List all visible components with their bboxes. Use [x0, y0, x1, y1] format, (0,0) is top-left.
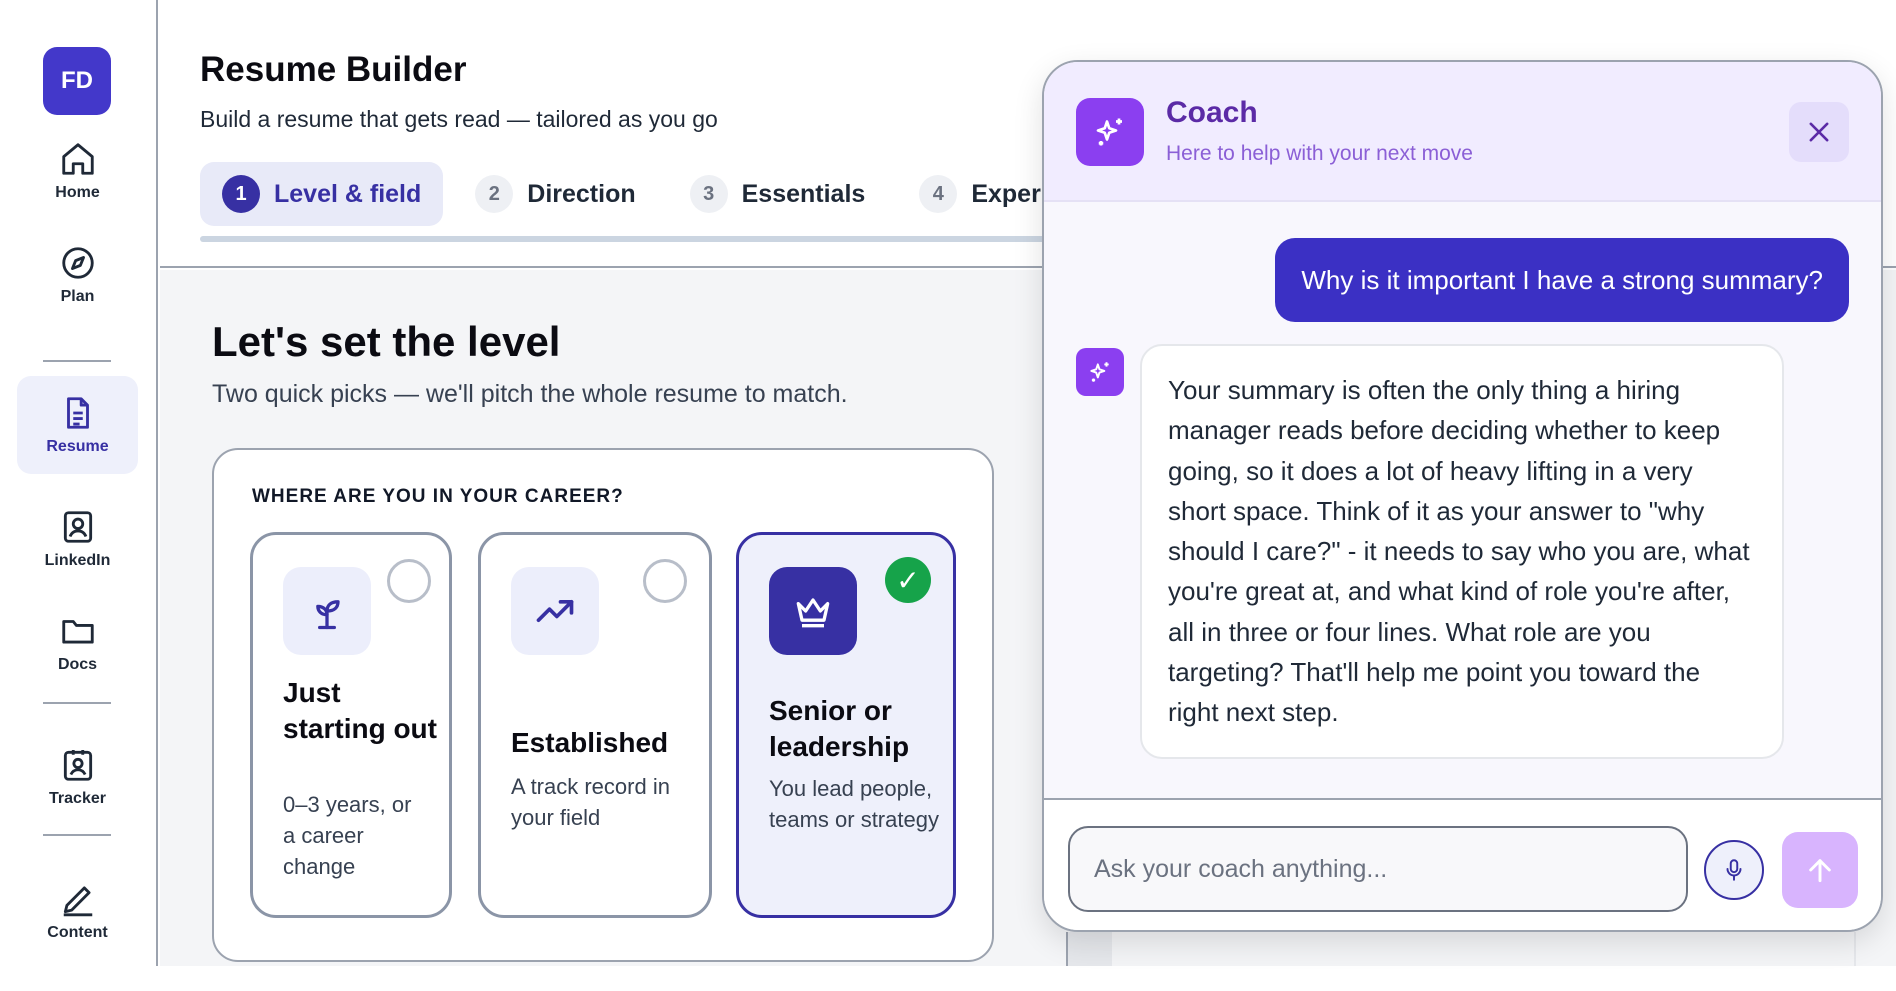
- home-icon: [61, 143, 94, 175]
- question-label: WHERE ARE YOU IN YOUR CAREER?: [252, 486, 624, 507]
- sidebar-item-label: Resume: [46, 438, 109, 455]
- chat-composer: [1044, 798, 1881, 930]
- background-panel-inner: [1112, 932, 1854, 966]
- option-icon-box: [283, 567, 371, 655]
- option-icon-box: [511, 567, 599, 655]
- option-established[interactable]: Established A track record in your field: [478, 532, 712, 918]
- selected-check-icon: ✓: [885, 557, 931, 603]
- microphone-icon: [1726, 859, 1742, 881]
- coach-header: Coach Here to help with your next move: [1044, 62, 1881, 202]
- coach-title: Coach: [1166, 96, 1258, 129]
- sidebar-item-label: LinkedIn: [44, 552, 111, 569]
- option-just-starting-out[interactable]: Just starting out 0–3 years, or a career…: [250, 532, 452, 918]
- option-radio[interactable]: [387, 559, 431, 603]
- step-label: Level & field: [274, 179, 422, 208]
- crown-icon: [796, 598, 830, 628]
- sidebar-item-plan[interactable]: Plan: [17, 226, 138, 324]
- sidebar-divider: [43, 834, 111, 836]
- option-icon-box: [769, 567, 857, 655]
- step-number: 1: [222, 175, 260, 213]
- step-label: Direction: [527, 179, 636, 208]
- sidebar-item-label: Tracker: [49, 790, 106, 807]
- arrow-up-icon: [1809, 859, 1831, 883]
- badge-icon: [63, 749, 92, 781]
- option-description: 0–3 years, or a career change: [283, 792, 412, 879]
- option-title: Senior or leadership: [769, 695, 910, 762]
- option-title: Just starting out: [283, 677, 437, 744]
- step-label: Essentials: [741, 179, 866, 208]
- close-button[interactable]: [1789, 102, 1849, 162]
- step-level-field[interactable]: 1 Level & field: [200, 162, 444, 226]
- sprout-icon: [316, 600, 340, 630]
- sidebar-divider: [43, 702, 111, 704]
- sidebar-item-label: Home: [55, 184, 100, 201]
- close-icon: [1809, 122, 1829, 142]
- compass-icon: [61, 247, 94, 279]
- sidebar: FD Home Plan Resume LinkedIn Docs Tracke…: [0, 0, 158, 966]
- user-avatar[interactable]: FD: [43, 47, 111, 115]
- sidebar-item-label: Plan: [60, 288, 95, 305]
- step-direction[interactable]: 2 Direction: [453, 162, 657, 226]
- career-level-card: WHERE ARE YOU IN YOUR CAREER? Just start…: [212, 448, 994, 962]
- sidebar-item-label: Content: [47, 924, 108, 941]
- coach-panel: Coach Here to help with your next move W…: [1042, 60, 1883, 932]
- sidebar-item-home[interactable]: Home: [17, 122, 138, 220]
- sidebar-item-content[interactable]: Content: [17, 862, 138, 960]
- step-essentials[interactable]: 3 Essentials: [668, 162, 888, 226]
- option-description: You lead people, teams or strategy: [769, 776, 939, 832]
- send-button[interactable]: [1782, 832, 1858, 908]
- user-initials: FD: [61, 67, 93, 94]
- coach-message: Your summary is often the only thing a h…: [1140, 344, 1784, 759]
- trending-up-icon: [536, 600, 574, 622]
- document-icon: [66, 397, 89, 429]
- page-title: Resume Builder: [200, 50, 467, 89]
- sidebar-item-linkedin[interactable]: LinkedIn: [17, 490, 138, 588]
- sidebar-item-tracker[interactable]: Tracker: [17, 728, 138, 826]
- page-subtitle: Build a resume that gets read — tailored…: [200, 106, 718, 132]
- option-radio[interactable]: [643, 559, 687, 603]
- chat-input[interactable]: [1068, 826, 1688, 912]
- chat-thread[interactable]: Why is it important I have a strong summ…: [1044, 202, 1881, 798]
- user-message: Why is it important I have a strong summ…: [1275, 238, 1849, 322]
- step-number: 4: [919, 175, 958, 213]
- coach-avatar: [1076, 348, 1124, 396]
- sidebar-item-label: Docs: [57, 656, 98, 673]
- option-description: A track record in your field: [511, 774, 670, 830]
- folder-icon: [61, 620, 94, 644]
- section-title: Let's set the level: [212, 318, 561, 365]
- sparkles-icon: [1096, 118, 1122, 146]
- coach-subtitle: Here to help with your next move: [1166, 142, 1473, 165]
- option-senior-leadership[interactable]: ✓ Senior or leadership You lead people, …: [736, 532, 956, 918]
- sidebar-item-resume[interactable]: Resume: [17, 376, 138, 474]
- step-number: 2: [475, 175, 514, 213]
- sidebar-item-docs[interactable]: Docs: [17, 594, 138, 692]
- section-subtitle: Two quick picks — we'll pitch the whole …: [212, 380, 848, 408]
- option-title: Established: [511, 727, 669, 758]
- step-number: 3: [689, 175, 728, 213]
- coach-logo: [1076, 98, 1144, 166]
- sidebar-divider: [43, 360, 111, 362]
- pen-icon: [63, 886, 92, 917]
- sparkles-icon: [1090, 362, 1109, 382]
- microphone-button[interactable]: [1704, 840, 1764, 900]
- stepper: 1 Level & field 2 Direction 3 Essentials…: [200, 162, 1127, 226]
- profile-card-icon: [63, 511, 92, 543]
